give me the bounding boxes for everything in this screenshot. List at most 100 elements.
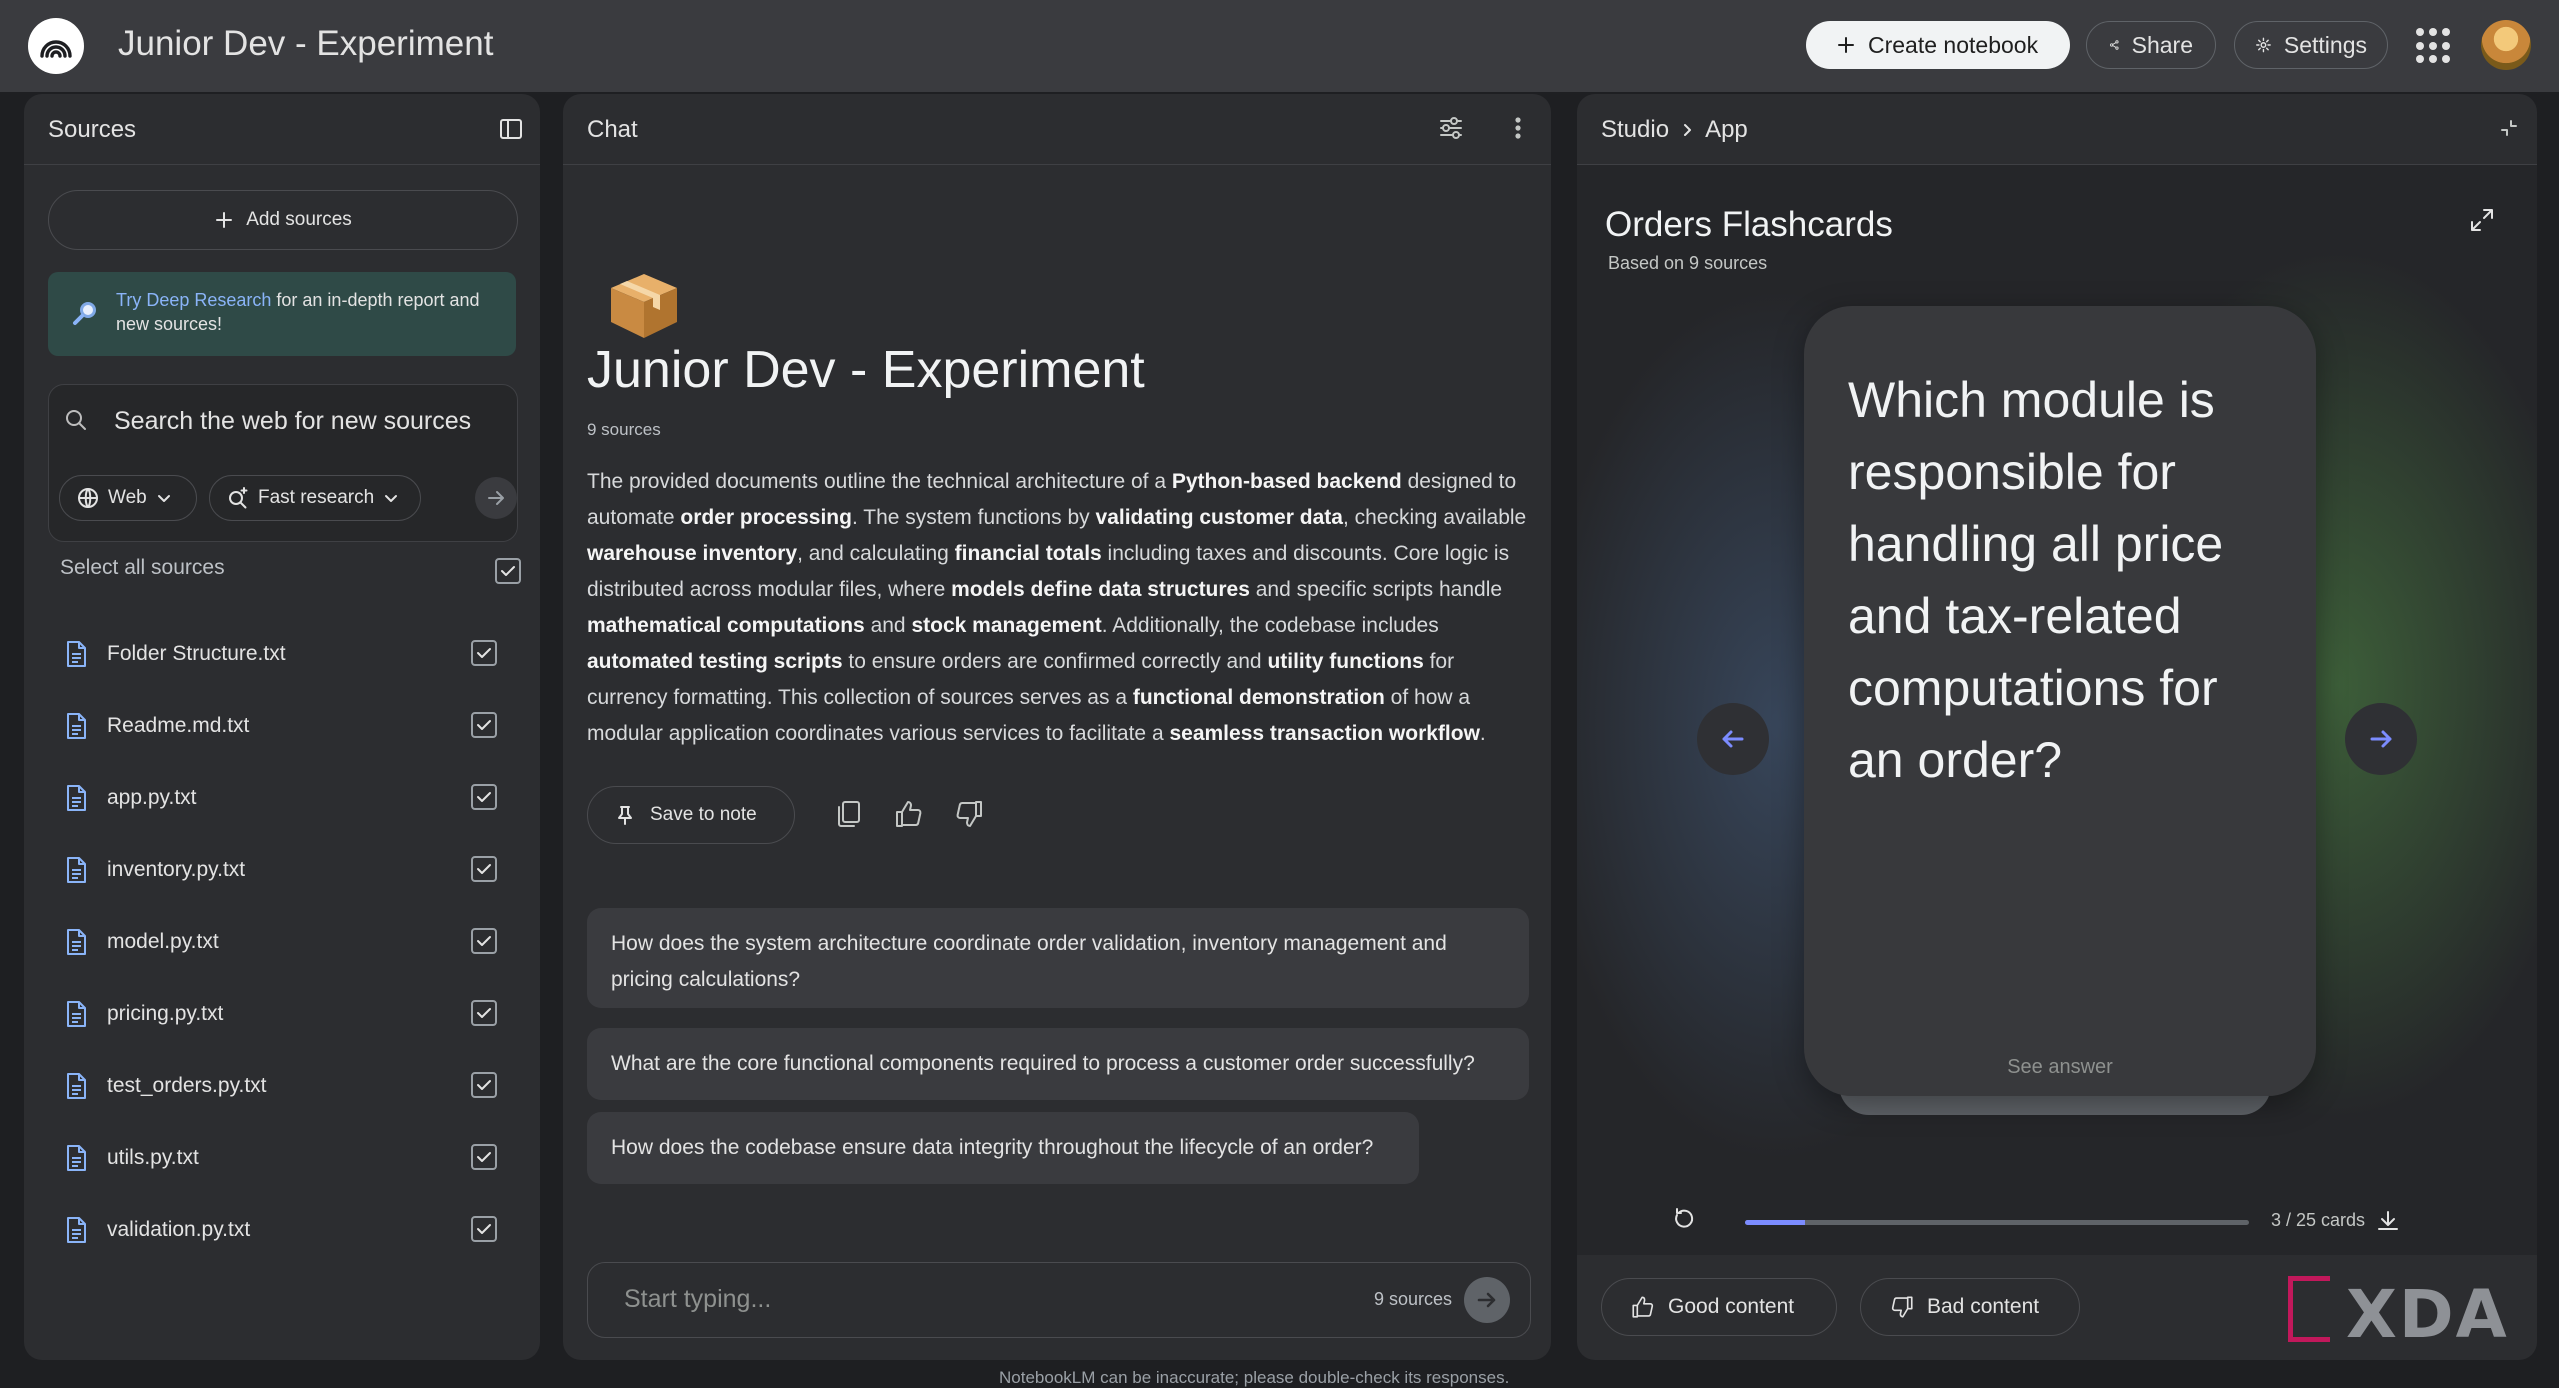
share-label: Share — [2131, 31, 2193, 58]
next-card-button[interactable] — [2345, 703, 2417, 775]
source-checkbox[interactable] — [471, 712, 497, 738]
collapse-icon[interactable] — [2499, 118, 2519, 138]
good-content-button[interactable]: Good content — [1601, 1278, 1837, 1336]
thumbs-up-icon[interactable] — [893, 798, 925, 830]
source-checkbox[interactable] — [471, 1000, 497, 1026]
summary-highlight: order processing — [680, 506, 852, 529]
deck-subtitle: Based on 9 sources — [1608, 253, 1768, 273]
restart-icon[interactable] — [1671, 1206, 1697, 1232]
flashcard-question: Which module is responsible for handling… — [1848, 372, 2224, 788]
check-icon — [501, 566, 515, 576]
progress-bar — [1745, 1220, 2249, 1225]
summary-highlight: validating customer data — [1095, 506, 1343, 529]
save-to-note-button[interactable]: Save to note — [587, 786, 795, 844]
copy-icon[interactable] — [833, 798, 865, 830]
arrow-right-icon — [488, 491, 504, 505]
card-count: 3 / 25 cards — [2271, 1210, 2366, 1230]
source-checkbox[interactable] — [471, 784, 497, 810]
thumbs-down-icon — [1891, 1296, 1913, 1318]
plus-icon — [216, 212, 233, 228]
flashcard[interactable]: Which module is responsible for handling… — [1804, 306, 2316, 1096]
breadcrumb-studio[interactable]: Studio — [1601, 116, 1669, 144]
deep-research-link[interactable]: Try Deep Research — [116, 290, 271, 310]
suggested-question[interactable]: How does the system architecture coordin… — [587, 908, 1529, 1008]
source-item[interactable]: Folder Structure.txt — [24, 632, 540, 704]
notebook-heading: Junior Dev - Experiment — [587, 341, 1145, 399]
source-checkbox[interactable] — [471, 928, 497, 954]
source-item[interactable]: model.py.txt — [24, 920, 540, 992]
document-icon — [67, 929, 86, 955]
source-item-label: validation.py.txt — [107, 1218, 251, 1241]
breadcrumb-app: App — [1705, 116, 1748, 143]
document-icon — [67, 857, 86, 883]
source-checkbox[interactable] — [471, 856, 497, 882]
plus-icon — [1838, 37, 1854, 53]
select-all-label: Select all sources — [60, 556, 225, 579]
source-checkbox[interactable] — [471, 1072, 497, 1098]
chevron-down-icon — [385, 495, 398, 502]
research-mode-dropdown[interactable]: Fast research — [209, 475, 421, 521]
deep-research-promo[interactable]: Try Deep Research for an in-depth report… — [48, 272, 516, 356]
thumbs-down-icon[interactable] — [953, 798, 985, 830]
source-item-label: app.py.txt — [107, 786, 197, 809]
source-item-label: utils.py.txt — [107, 1146, 199, 1169]
package-emoji-icon — [611, 274, 677, 338]
share-button[interactable]: Share — [2086, 21, 2216, 69]
submit-search-button[interactable] — [475, 477, 517, 519]
summary-highlight: models define data structures — [951, 578, 1250, 601]
source-checkbox[interactable] — [471, 1144, 497, 1170]
create-notebook-label: Create notebook — [1868, 31, 2039, 58]
collapse-panel-icon[interactable] — [498, 116, 524, 142]
source-item[interactable]: pricing.py.txt — [24, 992, 540, 1064]
composer-source-count: 9 sources — [1374, 1289, 1453, 1309]
summary-highlight: utility functions — [1267, 650, 1424, 673]
add-sources-button[interactable]: Add sources — [48, 190, 518, 250]
send-button[interactable] — [1464, 1277, 1510, 1323]
summary-text: . The system functions by — [851, 506, 1096, 529]
source-item-label: pricing.py.txt — [107, 1002, 224, 1025]
select-all-checkbox[interactable] — [495, 558, 521, 584]
document-icon — [67, 1073, 86, 1099]
summary-text: . Additionally, the codebase includes — [1101, 614, 1439, 637]
web-dropdown[interactable]: Web — [59, 475, 197, 521]
chevron-down-icon — [157, 495, 170, 502]
settings-button[interactable]: Settings — [2234, 21, 2388, 69]
source-item[interactable]: utils.py.txt — [24, 1136, 540, 1208]
summary-highlight: Python-based backend — [1171, 470, 1402, 493]
source-item[interactable]: inventory.py.txt — [24, 848, 540, 920]
xda-logo-icon — [2288, 1276, 2330, 1342]
more-vert-icon[interactable] — [1513, 114, 1523, 142]
source-item[interactable]: validation.py.txt — [24, 1208, 540, 1280]
avatar[interactable] — [2481, 20, 2531, 70]
suggested-question[interactable]: How does the codebase ensure data integr… — [587, 1112, 1419, 1184]
download-icon[interactable] — [2375, 1208, 2401, 1234]
fullscreen-icon[interactable] — [2469, 207, 2495, 233]
source-checkbox[interactable] — [471, 640, 497, 666]
chat-composer[interactable]: Start typing... 9 sources — [587, 1262, 1531, 1338]
source-item-label: Readme.md.txt — [107, 714, 250, 737]
suggested-question[interactable]: What are the core functional components … — [587, 1028, 1529, 1100]
source-item[interactable]: test_orders.py.txt — [24, 1064, 540, 1136]
bad-content-button[interactable]: Bad content — [1860, 1278, 2080, 1336]
source-checkbox[interactable] — [471, 1216, 497, 1242]
notebooklm-logo-icon[interactable] — [28, 18, 84, 74]
apps-grid-icon[interactable] — [2416, 28, 2452, 64]
source-item[interactable]: Readme.md.txt — [24, 704, 540, 776]
xda-watermark: XDA — [2346, 1276, 2509, 1353]
search-input[interactable]: Search the web for new sources — [114, 407, 471, 436]
tune-icon[interactable] — [1437, 114, 1465, 142]
previous-card-button[interactable] — [1697, 703, 1769, 775]
source-item[interactable]: app.py.txt — [24, 776, 540, 848]
see-answer-button[interactable]: See answer — [1804, 1056, 2316, 1079]
top-bar: Junior Dev - Experiment Create notebook … — [0, 0, 2559, 92]
document-icon — [67, 641, 86, 667]
source-count: 9 sources — [587, 420, 661, 439]
globe-icon — [78, 488, 98, 508]
chat-input[interactable]: Start typing... — [624, 1285, 771, 1314]
document-icon — [67, 713, 86, 739]
search-icon — [63, 407, 89, 433]
notebook-title[interactable]: Junior Dev - Experiment — [118, 24, 493, 64]
sources-title: Sources — [48, 116, 137, 143]
create-notebook-button[interactable]: Create notebook — [1806, 21, 2070, 69]
summary-highlight: stock management — [911, 614, 1102, 637]
